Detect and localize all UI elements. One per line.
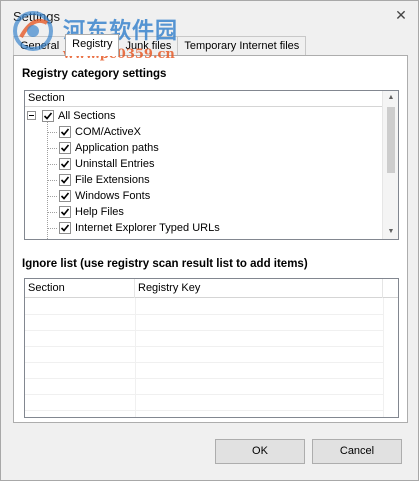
- tab-general[interactable]: General: [13, 36, 67, 56]
- ignore-list-grid: Section Registry Key: [24, 278, 399, 418]
- scrollbar-thumb[interactable]: [387, 107, 395, 173]
- tab-strip: General Registry Junk files Temporary In…: [13, 34, 307, 56]
- settings-window: Settings ✕ General Registry Junk files T…: [0, 0, 419, 481]
- tree-column-header-section[interactable]: Section: [25, 91, 383, 107]
- grid-row-divider: [25, 394, 383, 395]
- column-header-section[interactable]: Section: [25, 279, 135, 298]
- ignore-list-empty-rows: [25, 298, 398, 417]
- tree-row-windows-fonts[interactable]: Windows Fonts: [25, 188, 383, 204]
- tree-branch-line: [48, 196, 57, 197]
- checkbox-windows-fonts[interactable]: [59, 190, 71, 202]
- ignore-list-header: Section Registry Key: [25, 279, 398, 298]
- cancel-button[interactable]: Cancel: [312, 439, 402, 464]
- tree-label: File Extensions: [75, 174, 150, 186]
- column-header-registry-key[interactable]: Registry Key: [135, 279, 383, 298]
- tree-branch-line: [48, 228, 57, 229]
- checkmark-icon: [60, 192, 70, 200]
- grid-column-divider: [135, 298, 136, 417]
- tree-label: Internet Explorer Typed URLs: [75, 222, 220, 234]
- tree-row-help-files[interactable]: Help Files: [25, 204, 383, 220]
- checkbox-uninstall-entries[interactable]: [59, 158, 71, 170]
- checkmark-icon: [60, 208, 70, 216]
- tab-junk-files[interactable]: Junk files: [118, 36, 179, 56]
- title-bar: Settings ✕: [1, 1, 418, 31]
- tab-temporary-internet-files[interactable]: Temporary Internet files: [177, 36, 307, 56]
- tree-row-com-activex[interactable]: COM/ActiveX: [25, 124, 383, 140]
- tree-row-ie-typed-urls[interactable]: Internet Explorer Typed URLs: [25, 220, 383, 236]
- tree-vertical-scrollbar[interactable]: ▲ ▼: [382, 91, 398, 239]
- grid-row-divider: [25, 330, 383, 331]
- checkmark-icon: [60, 144, 70, 152]
- tree-branch-line: [48, 148, 57, 149]
- ok-button[interactable]: OK: [215, 439, 305, 464]
- scroll-down-arrow-icon[interactable]: ▼: [383, 225, 398, 239]
- close-button[interactable]: ✕: [390, 5, 412, 25]
- tree-row-uninstall-entries[interactable]: Uninstall Entries: [25, 156, 383, 172]
- checkbox-application-paths[interactable]: [59, 142, 71, 154]
- grid-row-divider: [25, 362, 383, 363]
- checkbox-com-activex[interactable]: [59, 126, 71, 138]
- checkbox-ie-typed-urls[interactable]: [59, 222, 71, 234]
- tree-row-all-sections[interactable]: All Sections: [25, 108, 383, 124]
- tree-label-all-sections: All Sections: [58, 110, 116, 122]
- grid-row-divider: [25, 346, 383, 347]
- tree-branch-line: [48, 132, 57, 133]
- ignore-list-heading: Ignore list (use registry scan result li…: [22, 258, 308, 270]
- tree-label: Application paths: [75, 142, 159, 154]
- tab-registry[interactable]: Registry: [65, 34, 120, 56]
- tree-row-file-extensions[interactable]: File Extensions: [25, 172, 383, 188]
- grid-row-divider: [25, 314, 383, 315]
- tree-branch-line: [48, 180, 57, 181]
- registry-category-heading: Registry category settings: [22, 68, 167, 80]
- registry-tab-panel: Registry category settings Section All S…: [13, 55, 408, 423]
- scroll-up-arrow-icon[interactable]: ▲: [383, 91, 398, 105]
- checkbox-all-sections[interactable]: [42, 110, 54, 122]
- checkbox-help-files[interactable]: [59, 206, 71, 218]
- tree-branch-line: [48, 164, 57, 165]
- checkmark-icon: [60, 128, 70, 136]
- grid-row-divider: [25, 378, 383, 379]
- registry-section-tree: Section All Sections COM/ActiveX Applica…: [24, 90, 399, 240]
- checkmark-icon: [60, 160, 70, 168]
- checkmark-icon: [43, 112, 53, 120]
- tree-label: COM/ActiveX: [75, 126, 142, 138]
- tree-label: Help Files: [75, 206, 124, 218]
- checkbox-file-extensions[interactable]: [59, 174, 71, 186]
- tree-label: Uninstall Entries: [75, 158, 155, 170]
- tree-label: Windows Fonts: [75, 190, 151, 202]
- tree-branch-line: [48, 212, 57, 213]
- tree-row-application-paths[interactable]: Application paths: [25, 140, 383, 156]
- window-title: Settings: [13, 9, 60, 24]
- checkmark-icon: [60, 176, 70, 184]
- grid-row-divider: [25, 410, 383, 411]
- collapse-icon[interactable]: [27, 111, 36, 120]
- checkmark-icon: [60, 224, 70, 232]
- grid-column-divider: [383, 298, 384, 417]
